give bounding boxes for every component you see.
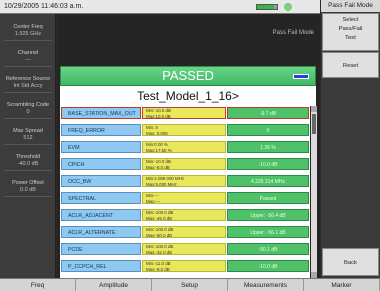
status-bar: 10/29/2005 11:46:03 a.m. (0, 0, 320, 14)
table-scrollbar[interactable] (311, 106, 317, 278)
param-scrambling-code[interactable]: Scrambling Code 0 (4, 102, 52, 119)
test-name: EVM (61, 141, 141, 153)
param-label: Threshold (15, 154, 41, 160)
param-value: Int Std Accy (13, 83, 43, 89)
param-value: 1.925 GHz (14, 31, 42, 37)
param-value: --- (25, 57, 31, 63)
param-reference-source[interactable]: Reference Source Int Std Accy (4, 76, 52, 93)
test-result: Upper: -56.4 dB (227, 209, 309, 221)
table-row[interactable]: ACLR_ALTERNATE Min:-100.0 dB Max:-50.0 dB… (60, 225, 310, 239)
menu-marker[interactable]: Marker (304, 279, 380, 291)
param-label: Power Offset (12, 180, 44, 186)
test-result: -10.0 dB (227, 158, 309, 170)
test-limits: Min:-100.0 dB Max:-50.0 dB (142, 226, 226, 238)
analyzer-screen: 10/29/2005 11:46:03 a.m. Center Freq 1.9… (0, 0, 380, 291)
battery-fill (257, 5, 274, 9)
menu-measurements[interactable]: Measurements (228, 279, 304, 291)
param-channel[interactable]: Channel --- (4, 50, 52, 67)
results-table: BASE_STATION_MAX_OUT Min:-10.0 dB Max:10.… (60, 106, 310, 278)
menu-freq[interactable]: Freq (0, 279, 76, 291)
banner-indicator-icon (293, 74, 309, 79)
softkey-label: Test (345, 35, 356, 41)
table-row[interactable]: FREQ_ERROR Min: 0 Max: 0.005 0 (60, 123, 310, 137)
measurement-display: Pass Fail Mode PASSED Test_Model_1_16> B… (57, 14, 320, 278)
test-name: FREQ_ERROR (61, 124, 141, 136)
test-name: P_CCPCH_REL (61, 260, 141, 272)
softkey-label: Select (342, 17, 359, 23)
test-name: OCC_BW (61, 175, 141, 187)
test-limits: Min: 0 Max: 0.005 (142, 124, 226, 136)
scroll-up-icon[interactable] (311, 106, 317, 112)
test-name: PCDE (61, 243, 141, 255)
param-value: 0 (26, 109, 30, 115)
table-row[interactable]: EVM Min:0.00 % Max:17.50 % 1.26 % (60, 140, 310, 154)
table-row[interactable]: SPECTRAL Min:--- Max:--- Passed (60, 191, 310, 205)
param-label: Max Spread (13, 128, 43, 134)
menu-setup[interactable]: Setup (152, 279, 228, 291)
param-label: Scrambling Code (6, 102, 50, 108)
test-name: BASE_STATION_MAX_OUT (61, 107, 141, 119)
test-result: -50.1 dB (227, 243, 309, 255)
table-row[interactable]: OCC_BW Min:4.099 000 MHz Max:5.000 MHz 4.… (60, 174, 310, 188)
test-name: SPECTRAL (61, 192, 141, 204)
test-limits: Min:-11.0 dB Max:-9.0 dB (142, 260, 226, 272)
test-limits: Min:-100.0 dB Max:-45.0 dB (142, 209, 226, 221)
datetime-display: 10/29/2005 11:46:03 a.m. (4, 3, 84, 10)
mode-label: Pass Fail Mode (272, 30, 314, 36)
param-label: Center Freq (13, 24, 43, 30)
softkey-menu-title: Pass Fail Mode (321, 0, 380, 12)
back-button[interactable]: Back (322, 248, 379, 276)
table-row[interactable]: BASE_STATION_MAX_OUT Min:-10.0 dB Max:10.… (60, 106, 310, 120)
result-banner: PASSED (60, 66, 316, 86)
test-result: 1.26 % (227, 141, 309, 153)
test-limits: Min:-100.0 dB Max:-32.0 dB (142, 243, 226, 255)
table-row[interactable]: PCDE Min:-100.0 dB Max:-32.0 dB -50.1 dB (60, 242, 310, 256)
test-result: 0 (227, 124, 309, 136)
test-name: CPICH (61, 158, 141, 170)
test-result: -9.7 dB (227, 107, 309, 119)
parameter-panel: Center Freq 1.925 GHz Channel --- Refere… (0, 14, 56, 278)
menu-amplitude[interactable]: Amplitude (76, 279, 152, 291)
test-limits: Min:-10.0 dB Max:10.0 dB (142, 107, 226, 119)
param-label: Reference Source (5, 76, 51, 82)
table-row[interactable]: ACLR_ADJACENT Min:-100.0 dB Max:-45.0 dB … (60, 208, 310, 222)
table-row[interactable]: P_CCPCH_REL Min:-11.0 dB Max:-9.0 dB -10.… (60, 259, 310, 273)
param-power-offset[interactable]: Power Offset 0.0 dB (4, 180, 52, 197)
battery-icon (256, 4, 278, 10)
softkey-panel: Pass Fail Mode Select Pass/Fail Test Res… (321, 0, 380, 278)
param-label: Channel (17, 50, 39, 56)
signal-icon (284, 3, 292, 11)
result-text: PASSED (162, 68, 214, 83)
softkey-label: Pass/Fail (338, 26, 363, 32)
test-name: ACLR_ALTERNATE (61, 226, 141, 238)
test-result: Passed (227, 192, 309, 204)
param-value: 512 (23, 135, 33, 141)
param-max-spread[interactable]: Max Spread 512 (4, 128, 52, 145)
table-row[interactable]: CPICH Min:-10.0 dB Max:-8.0 dB -10.0 dB (60, 157, 310, 171)
param-threshold[interactable]: Threshold -40.0 dB (4, 154, 52, 171)
test-limits: Min:--- Max:--- (142, 192, 226, 204)
param-value: -40.0 dB (17, 161, 39, 167)
scroll-thumb[interactable] (312, 114, 316, 134)
main-menu-bar: Freq Amplitude Setup Measurements Marker (0, 278, 380, 291)
test-model-title[interactable]: Test_Model_1_16> (60, 86, 316, 106)
reset-button[interactable]: Reset (322, 52, 379, 78)
test-result: Upper: -56.1 dB (227, 226, 309, 238)
test-result: -10.0 dB (227, 260, 309, 272)
param-value: 0.0 dB (20, 187, 36, 193)
test-result: 4.225 314 MHz (227, 175, 309, 187)
test-limits: Min:4.099 000 MHz Max:5.000 MHz (142, 175, 226, 187)
select-test-button[interactable]: Select Pass/Fail Test (322, 13, 379, 51)
param-center-freq[interactable]: Center Freq 1.925 GHz (4, 24, 52, 41)
test-name: ACLR_ADJACENT (61, 209, 141, 221)
test-limits: Min:-10.0 dB Max:-8.0 dB (142, 158, 226, 170)
test-limits: Min:0.00 % Max:17.50 % (142, 141, 226, 153)
